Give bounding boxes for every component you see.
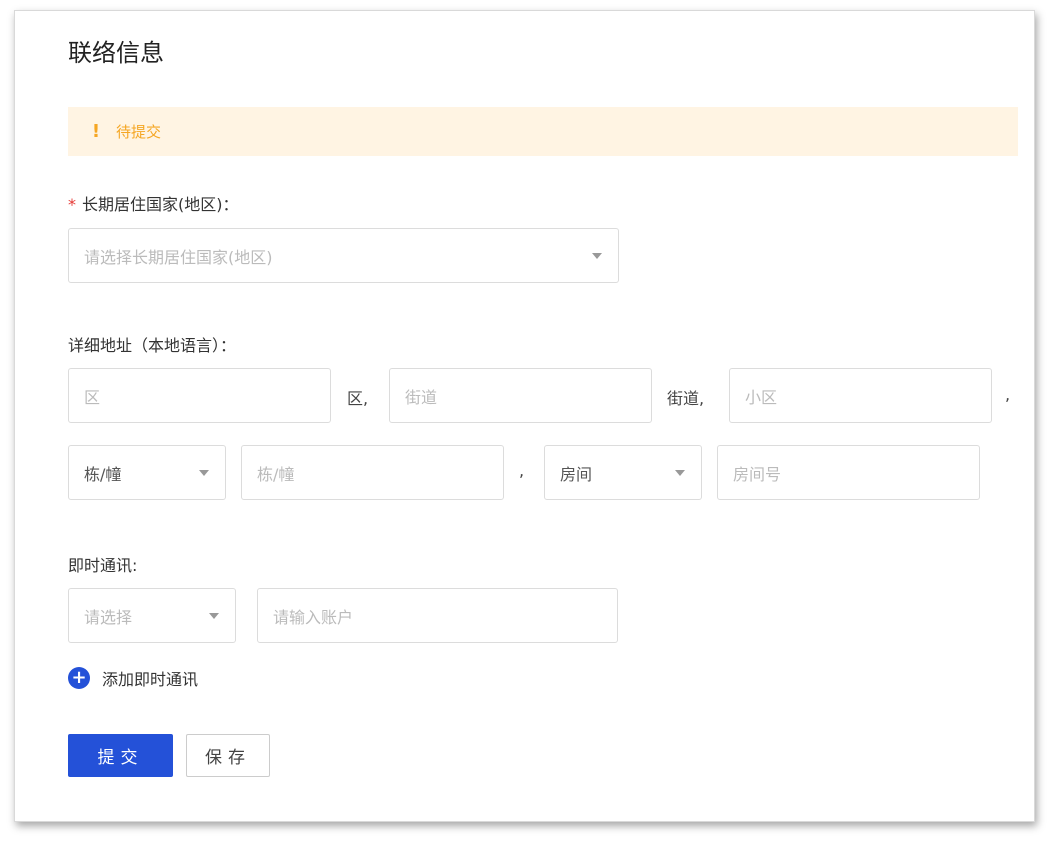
page-title: 联络信息 bbox=[68, 39, 164, 67]
im-label: 即时通讯: bbox=[68, 556, 138, 575]
im-account-placeholder: 请输入账户 bbox=[273, 607, 354, 627]
status-alert: ! 待提交 bbox=[68, 107, 1018, 156]
chevron-down-icon bbox=[199, 469, 209, 476]
community-placeholder: 小区 bbox=[745, 387, 778, 407]
building-type-select[interactable]: 栋/幢 bbox=[68, 445, 226, 500]
building-placeholder: 栋/幢 bbox=[257, 464, 295, 484]
plus-circle-icon: + bbox=[68, 667, 90, 689]
chevron-down-icon bbox=[592, 252, 602, 259]
address-label: 详细地址（本地语言）： bbox=[68, 336, 237, 355]
chevron-down-icon bbox=[209, 612, 219, 619]
warning-icon: ! bbox=[91, 121, 101, 142]
country-placeholder: 请选择长期居住国家(地区) bbox=[84, 247, 273, 267]
add-im-button[interactable]: + 添加即时通讯 bbox=[68, 666, 198, 690]
room-type-value: 房间 bbox=[560, 464, 593, 484]
room-number-input[interactable]: 房间号 bbox=[717, 445, 980, 500]
room-type-select[interactable]: 房间 bbox=[544, 445, 702, 500]
status-text: 待提交 bbox=[116, 123, 162, 141]
im-type-placeholder: 请选择 bbox=[84, 607, 133, 627]
save-button[interactable]: 保存 bbox=[186, 734, 270, 777]
district-suffix: 区, bbox=[347, 389, 369, 408]
country-label: * 长期居住国家(地区)： bbox=[68, 191, 239, 215]
district-input[interactable]: 区 bbox=[68, 368, 331, 423]
im-type-select[interactable]: 请选择 bbox=[68, 588, 236, 643]
room-number-placeholder: 房间号 bbox=[733, 464, 782, 484]
district-placeholder: 区 bbox=[84, 387, 101, 407]
chevron-down-icon bbox=[675, 469, 685, 476]
building-type-value: 栋/幢 bbox=[84, 464, 122, 484]
add-im-label: 添加即时通讯 bbox=[102, 670, 199, 689]
building-input[interactable]: 栋/幢 bbox=[241, 445, 504, 500]
street-suffix: 街道, bbox=[667, 389, 705, 408]
street-input[interactable]: 街道 bbox=[389, 368, 652, 423]
community-suffix: , bbox=[1005, 385, 1011, 404]
required-mark: * bbox=[68, 195, 76, 214]
country-select[interactable]: 请选择长期居住国家(地区) bbox=[68, 228, 619, 283]
contact-info-card: 联络信息 ! 待提交 * 长期居住国家(地区)： 请选择长期居住国家(地区) 详细… bbox=[14, 10, 1035, 822]
submit-button[interactable]: 提交 bbox=[68, 734, 173, 777]
street-placeholder: 街道 bbox=[405, 387, 438, 407]
country-label-text: 长期居住国家(地区)： bbox=[82, 195, 239, 214]
community-input[interactable]: 小区 bbox=[729, 368, 992, 423]
building-suffix: , bbox=[519, 461, 525, 480]
im-account-input[interactable]: 请输入账户 bbox=[257, 588, 618, 643]
